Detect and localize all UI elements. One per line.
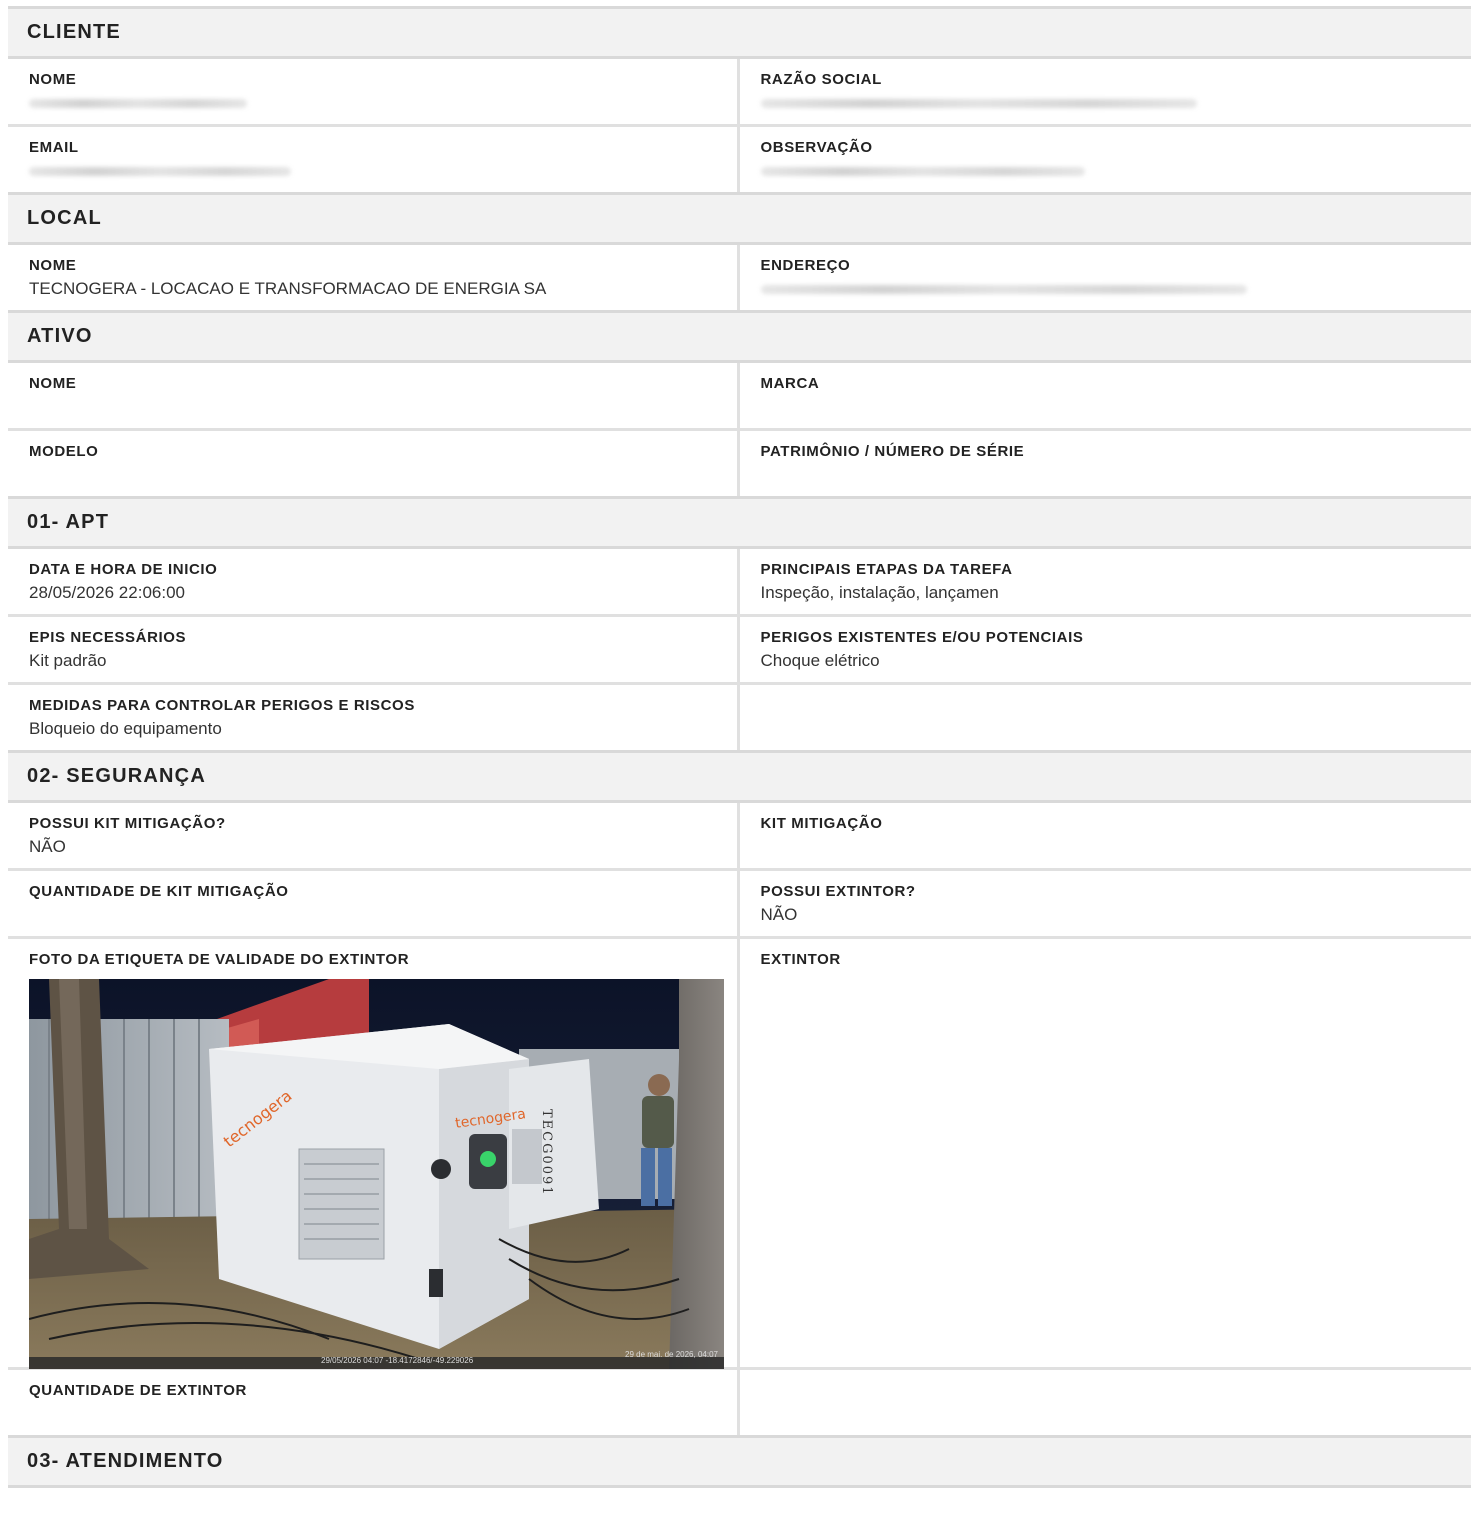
photo-unit-code: TECG0091	[539, 1109, 554, 1197]
row-apt-2: EPIS NECESSÁRIOS Kit padrão PERIGOS EXIS…	[8, 617, 1471, 685]
field-label: DATA E HORA DE INICIO	[29, 561, 218, 578]
field-value	[29, 904, 717, 926]
photo-scene	[29, 979, 724, 1369]
field-local-endereco: ENDEREÇO	[740, 245, 1471, 310]
field-label: ENDEREÇO	[760, 257, 851, 274]
field-cliente-email: EMAIL	[8, 127, 740, 192]
redacted-value	[760, 160, 1452, 182]
field-apt-etapas: PRINCIPAIS ETAPAS DA TAREFA Inspeção, in…	[740, 549, 1471, 614]
row-local-1: NOME TECNOGERA - LOCACAO E TRANSFORMACAO…	[8, 245, 1471, 313]
field-seguranca-empty	[740, 1370, 1471, 1435]
field-value	[29, 396, 717, 418]
section-header-ativo: ATIVO	[8, 313, 1471, 363]
field-value: Inspeção, instalação, lançamen	[760, 583, 999, 602]
section-header-apt: 01- APT	[8, 499, 1471, 549]
field-ativo-nome: NOME	[8, 363, 740, 428]
field-qtd-extintor: QUANTIDADE DE EXTINTOR	[8, 1370, 740, 1435]
field-apt-empty	[740, 685, 1471, 750]
field-qtd-kit: QUANTIDADE DE KIT MITIGAÇÃO	[8, 871, 740, 936]
field-label: MODELO	[29, 443, 99, 460]
field-ativo-patrimonio: PATRIMÔNIO / NÚMERO DE SÉRIE	[740, 431, 1471, 496]
field-label: PATRIMÔNIO / NÚMERO DE SÉRIE	[760, 443, 1025, 460]
field-value	[29, 1403, 717, 1425]
row-apt-1: DATA E HORA DE INICIO 28/05/2026 22:06:0…	[8, 549, 1471, 617]
field-value	[761, 836, 1452, 858]
section-header-atendimento: 03- ATENDIMENTO	[8, 1438, 1471, 1488]
photo-timestamp-right: 29 de mai. de 2026, 04:07	[625, 1350, 718, 1359]
field-label: EXTINTOR	[760, 951, 841, 968]
row-ativo-2: MODELO PATRIMÔNIO / NÚMERO DE SÉRIE	[8, 431, 1471, 499]
section-header-local: LOCAL	[8, 195, 1471, 245]
field-foto-etiqueta: FOTO DA ETIQUETA DE VALIDADE DO EXTINTOR	[8, 939, 740, 1369]
section-header-cliente: CLIENTE	[8, 9, 1471, 59]
field-label: OBSERVAÇÃO	[760, 139, 873, 156]
section-header-seguranca: 02- SEGURANÇA	[8, 753, 1471, 803]
field-label: RAZÃO SOCIAL	[760, 71, 882, 88]
field-kit-mitigacao: KIT MITIGAÇÃO	[740, 803, 1471, 868]
field-label: POSSUI EXTINTOR?	[760, 883, 916, 900]
row-ativo-1: NOME MARCA	[8, 363, 1471, 431]
photo-timestamp-left: 29/05/2026 04:07 -18.4172846/-49.229026	[321, 1356, 474, 1365]
field-label: EPIS NECESSÁRIOS	[29, 629, 187, 646]
field-cliente-nome: NOME	[8, 59, 740, 124]
field-label: FOTO DA ETIQUETA DE VALIDADE DO EXTINTOR	[29, 951, 410, 968]
field-value	[29, 464, 717, 486]
row-seguranca-1: POSSUI KIT MITIGAÇÃO? NÃO KIT MITIGAÇÃO	[8, 803, 1471, 871]
field-apt-inicio: DATA E HORA DE INICIO 28/05/2026 22:06:0…	[8, 549, 740, 614]
row-seguranca-2: QUANTIDADE DE KIT MITIGAÇÃO POSSUI EXTIN…	[8, 871, 1471, 939]
field-label: NOME	[29, 71, 77, 88]
field-ativo-modelo: MODELO	[8, 431, 740, 496]
field-value	[761, 396, 1452, 418]
field-label: EMAIL	[29, 139, 79, 156]
redacted-value	[29, 92, 717, 114]
row-cliente-2: EMAIL OBSERVAÇÃO	[8, 127, 1471, 195]
field-label: PERIGOS EXISTENTES E/OU POTENCIAIS	[760, 629, 1084, 646]
field-value: 28/05/2026 22:06:00	[29, 583, 185, 602]
field-label: MARCA	[760, 375, 820, 392]
field-apt-epis: EPIS NECESSÁRIOS Kit padrão	[8, 617, 740, 682]
field-apt-medidas: MEDIDAS PARA CONTROLAR PERIGOS E RISCOS …	[8, 685, 740, 750]
field-label: NOME	[29, 257, 77, 274]
field-extintor: EXTINTOR	[740, 939, 1471, 1367]
field-local-nome: NOME TECNOGERA - LOCACAO E TRANSFORMACAO…	[8, 245, 740, 310]
field-label: KIT MITIGAÇÃO	[760, 815, 883, 832]
report: CLIENTE NOME RAZÃO SOCIAL EMAIL OBSERVAÇ…	[8, 6, 1471, 1488]
extinguisher-label-photo[interactable]: tecnogera tecnogera TECG0091 29/05/2026 …	[29, 979, 724, 1369]
row-cliente-1: NOME RAZÃO SOCIAL	[8, 59, 1471, 127]
field-value: NÃO	[29, 837, 66, 856]
field-cliente-observacao: OBSERVAÇÃO	[740, 127, 1471, 192]
redacted-value	[760, 92, 1452, 114]
field-value	[761, 464, 1452, 486]
row-seguranca-3: FOTO DA ETIQUETA DE VALIDADE DO EXTINTOR	[8, 939, 1471, 1370]
field-value: Bloqueio do equipamento	[29, 719, 222, 738]
field-value: Kit padrão	[29, 651, 107, 670]
field-label: NOME	[29, 375, 77, 392]
field-label: QUANTIDADE DE EXTINTOR	[29, 1382, 247, 1399]
field-value: TECNOGERA - LOCACAO E TRANSFORMACAO DE E…	[29, 279, 547, 298]
row-apt-3: MEDIDAS PARA CONTROLAR PERIGOS E RISCOS …	[8, 685, 1471, 753]
field-possui-kit: POSSUI KIT MITIGAÇÃO? NÃO	[8, 803, 740, 868]
field-label: MEDIDAS PARA CONTROLAR PERIGOS E RISCOS	[29, 697, 415, 714]
field-value: Choque elétrico	[760, 651, 880, 670]
field-possui-extintor: POSSUI EXTINTOR? NÃO	[740, 871, 1471, 936]
row-seguranca-4: QUANTIDADE DE EXTINTOR	[8, 1370, 1471, 1438]
redacted-value	[760, 278, 1452, 300]
redacted-value	[29, 160, 717, 182]
field-label: PRINCIPAIS ETAPAS DA TAREFA	[760, 561, 1013, 578]
field-label: POSSUI KIT MITIGAÇÃO?	[29, 815, 226, 832]
field-value: NÃO	[760, 905, 798, 924]
field-ativo-marca: MARCA	[740, 363, 1471, 428]
field-cliente-razao-social: RAZÃO SOCIAL	[740, 59, 1471, 124]
field-apt-perigos: PERIGOS EXISTENTES E/OU POTENCIAIS Choqu…	[740, 617, 1471, 682]
field-label: QUANTIDADE DE KIT MITIGAÇÃO	[29, 883, 289, 900]
